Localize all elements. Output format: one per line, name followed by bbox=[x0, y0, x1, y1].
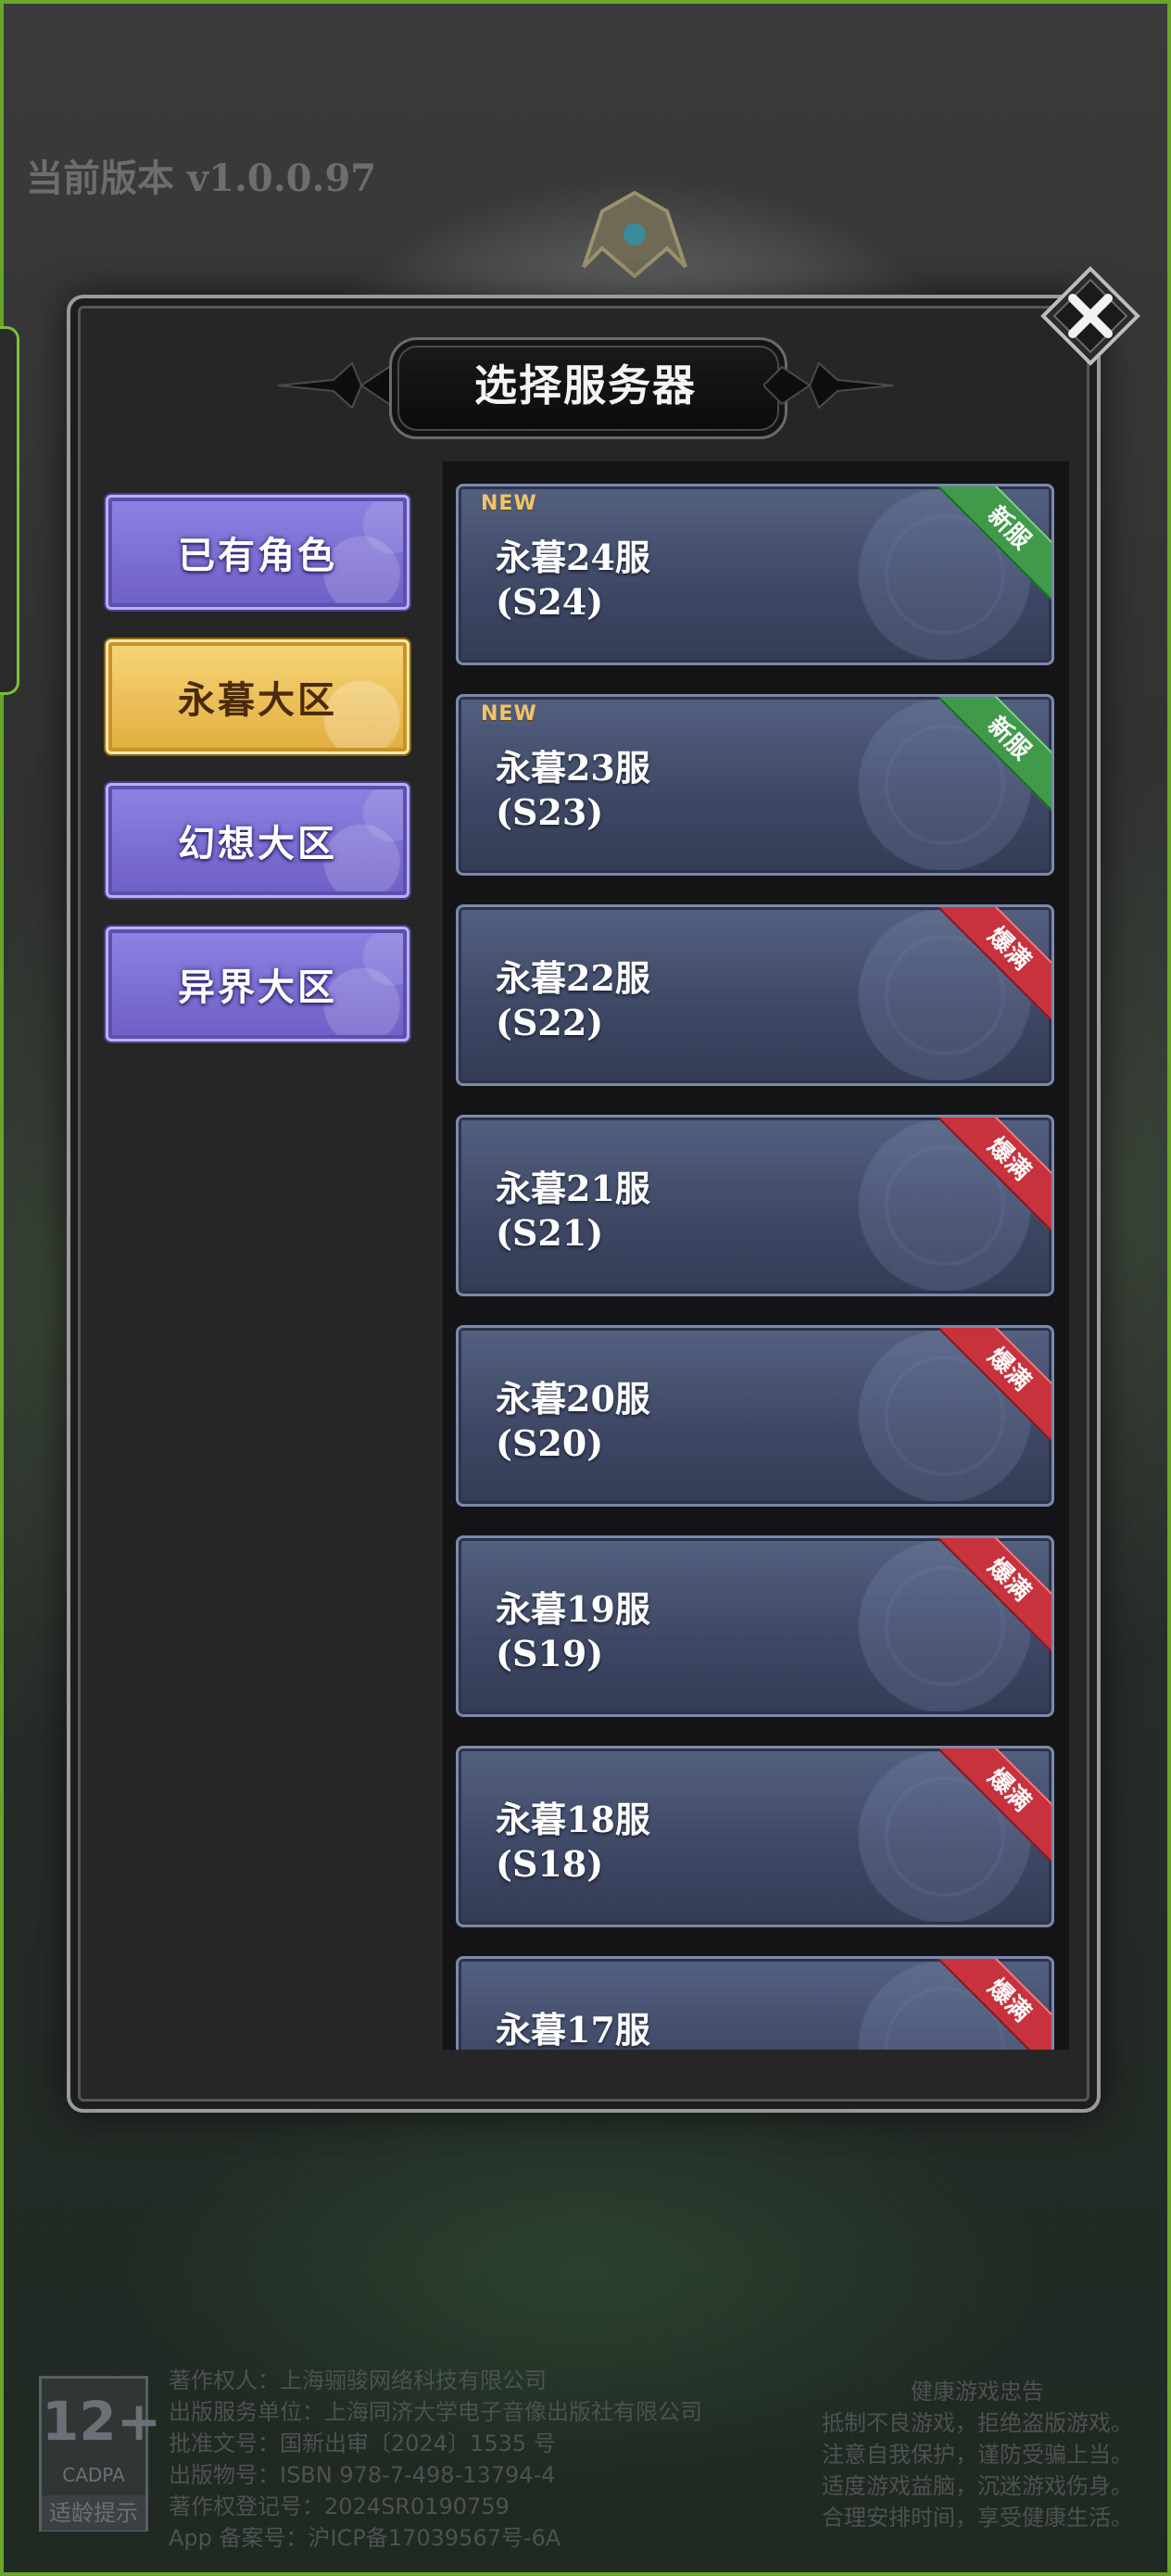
status-ribbon-full: 爆满 bbox=[928, 1328, 1051, 1450]
copyright-info: 著作权人：上海骊骏网络科技有限公司 出版服务单位：上海同济大学电子音像出版社有限… bbox=[169, 2365, 817, 2554]
copyright-line: 著作权登记号：2024SR0190759 bbox=[169, 2494, 510, 2519]
age-rating-hint: 适龄提示 bbox=[42, 2495, 145, 2531]
age-rating-org: CADPA bbox=[62, 2464, 125, 2486]
age-rating: 12+ bbox=[42, 2390, 162, 2453]
server-name: 永暮24服 bbox=[496, 537, 650, 578]
server-name: 永暮20服 bbox=[496, 1378, 650, 1420]
server-name: 永暮19服 bbox=[496, 1588, 650, 1630]
close-icon[interactable] bbox=[1039, 265, 1141, 367]
server-list[interactable]: NEW 永暮24服 (S24) 新服 NEW 永暮23服 (S23) 新服 永暮… bbox=[443, 461, 1069, 2050]
health-line: 注意自我保护，谨防受骗上当。 bbox=[822, 2442, 1133, 2468]
health-title: 健康游戏忠告 bbox=[911, 2379, 1044, 2405]
server-item-s23[interactable]: NEW 永暮23服 (S23) 新服 bbox=[456, 694, 1054, 876]
emblem-icon bbox=[582, 190, 687, 279]
region-tab-yongmu[interactable]: 永暮大区 bbox=[106, 639, 409, 754]
server-name: 永暮17服 bbox=[496, 2009, 650, 2050]
region-tab-huanxiang[interactable]: 幻想大区 bbox=[106, 783, 409, 898]
server-item-s24[interactable]: NEW 永暮24服 (S24) 新服 bbox=[456, 484, 1054, 665]
server-item-s22[interactable]: 永暮22服 (S22) 爆满 bbox=[456, 904, 1054, 1086]
server-code: (S23) bbox=[496, 791, 604, 833]
server-code: (S24) bbox=[496, 581, 604, 623]
server-item-s19[interactable]: 永暮19服 (S19) 爆满 bbox=[456, 1535, 1054, 1717]
server-name: 永暮18服 bbox=[496, 1799, 650, 1840]
version-label: 当前版本 v1.0.0.97 bbox=[26, 157, 377, 200]
region-tab-label: 幻想大区 bbox=[178, 822, 337, 865]
new-badge: NEW bbox=[481, 492, 537, 515]
health-line: 合理安排时间，享受健康生活。 bbox=[822, 2505, 1133, 2531]
copyright-line: 出版物号：ISBN 978-7-498-13794-4 bbox=[169, 2462, 556, 2488]
region-tab-existing-roles[interactable]: 已有角色 bbox=[106, 495, 409, 610]
region-tab-yijie[interactable]: 异界大区 bbox=[106, 927, 409, 1042]
server-item-s17[interactable]: 永暮17服 爆满 bbox=[456, 1956, 1054, 2050]
status-ribbon-full: 爆满 bbox=[928, 1538, 1051, 1661]
server-code: (S22) bbox=[496, 1002, 604, 1043]
status-ribbon-new: 新服 bbox=[928, 697, 1051, 819]
region-tab-label: 已有角色 bbox=[178, 534, 337, 577]
region-tab-label: 永暮大区 bbox=[178, 678, 337, 722]
title-left-ornament-icon bbox=[278, 361, 408, 410]
server-code: (S19) bbox=[496, 1633, 604, 1674]
server-name: 永暮21服 bbox=[496, 1168, 650, 1209]
server-item-s21[interactable]: 永暮21服 (S21) 爆满 bbox=[456, 1115, 1054, 1296]
copyright-line: 批准文号：国新出审〔2024〕1535 号 bbox=[169, 2431, 556, 2456]
health-line: 适度游戏益脑，沉迷游戏伤身。 bbox=[822, 2473, 1133, 2499]
copyright-line: 著作权人：上海骊骏网络科技有限公司 bbox=[169, 2368, 547, 2393]
health-advisory: 健康游戏忠告 抵制不良游戏，拒绝盗版游戏。 注意自我保护，谨防受骗上当。 适度游… bbox=[806, 2376, 1149, 2533]
server-name: 永暮22服 bbox=[496, 957, 650, 999]
region-tab-label: 异界大区 bbox=[178, 966, 337, 1009]
age-rating-badge: 12+ CADPA 适龄提示 bbox=[39, 2376, 162, 2532]
server-item-s20[interactable]: 永暮20服 (S20) 爆满 bbox=[456, 1325, 1054, 1507]
dialog-title-bar: 选择服务器 bbox=[278, 334, 893, 439]
status-ribbon-new: 新服 bbox=[928, 486, 1051, 609]
side-tab[interactable] bbox=[0, 326, 19, 695]
status-ribbon-full: 爆满 bbox=[928, 1749, 1051, 1871]
status-ribbon-full: 爆满 bbox=[928, 1959, 1051, 2050]
health-line: 抵制不良游戏，拒绝盗版游戏。 bbox=[822, 2410, 1133, 2436]
status-ribbon-full: 爆满 bbox=[928, 907, 1051, 1029]
dialog-title: 选择服务器 bbox=[474, 360, 697, 410]
copyright-line: App 备案号：沪ICP备17039567号-6A bbox=[169, 2525, 561, 2551]
server-code: (S18) bbox=[496, 1843, 604, 1885]
server-name: 永暮23服 bbox=[496, 747, 650, 789]
status-ribbon-full: 爆满 bbox=[928, 1118, 1051, 1240]
server-item-s18[interactable]: 永暮18服 (S18) 爆满 bbox=[456, 1746, 1054, 1927]
copyright-line: 出版服务单位：上海同济大学电子音像出版社有限公司 bbox=[169, 2399, 702, 2425]
server-code: (S20) bbox=[496, 1422, 604, 1464]
new-badge: NEW bbox=[481, 702, 537, 726]
server-code: (S21) bbox=[496, 1212, 604, 1254]
title-right-ornament-icon bbox=[763, 361, 893, 410]
